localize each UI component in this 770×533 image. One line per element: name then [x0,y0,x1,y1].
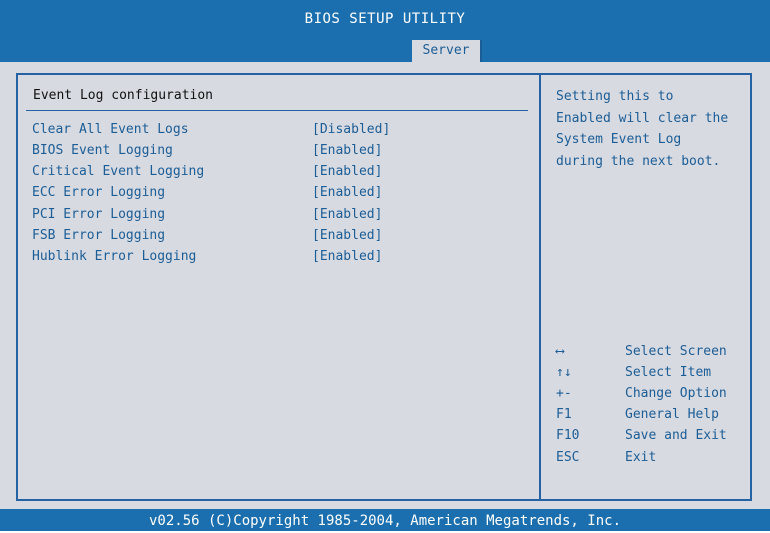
option-value[interactable]: [Enabled] [312,162,382,182]
help-line: System Event Log [556,132,682,147]
option-bios-event-logging[interactable]: BIOS Event Logging [Enabled] [32,141,512,161]
key-description: Select Item [625,365,712,380]
left-right-arrow-icon: ⟷ [556,344,564,359]
key-description: Select Screen [625,344,727,359]
key-change-option: +- Change Option [556,383,756,404]
option-value[interactable]: [Enabled] [312,183,382,203]
help-panel: Setting this to Enabled will clear the S… [556,86,756,172]
option-critical-event-logging[interactable]: Critical Event Logging [Enabled] [32,162,512,182]
option-label: BIOS Event Logging [32,143,173,158]
f1-key: F1 [556,407,572,422]
help-line: during the next boot. [556,153,721,169]
key-description: Save and Exit [625,428,727,443]
option-label: Hublink Error Logging [32,249,197,264]
option-fsb-error-logging[interactable]: FSB Error Logging [Enabled] [32,226,512,246]
option-hublink-error-logging[interactable]: Hublink Error Logging [Enabled] [32,247,512,267]
key-general-help: F1 General Help [556,404,756,425]
section-rule [26,110,528,111]
key-description: Exit [625,450,657,465]
pane-divider [539,73,541,501]
option-clear-all-event-logs[interactable]: Clear All Event Logs [Disabled] [32,120,512,140]
option-value[interactable]: [Enabled] [312,226,382,246]
section-title: Event Log configuration [33,88,214,103]
key-save-exit: F10 Save and Exit [556,425,756,446]
option-value[interactable]: [Enabled] [312,247,382,267]
bios-screen: BIOS SETUP UTILITY Server Event Log conf… [0,0,770,531]
option-pci-error-logging[interactable]: PCI Error Logging [Enabled] [32,205,512,225]
option-label: FSB Error Logging [32,228,166,243]
option-value[interactable]: [Disabled] [312,120,390,140]
option-ecc-error-logging[interactable]: ECC Error Logging [Enabled] [32,183,512,203]
help-line: Enabled will clear the [556,110,729,126]
key-select-screen: ⟷ Select Screen [556,341,756,362]
key-exit: ESC Exit [556,447,756,468]
tab-server[interactable]: Server [412,40,482,62]
option-label: Clear All Event Logs [32,122,189,137]
help-line: Setting this to [556,89,674,104]
option-label: PCI Error Logging [32,207,166,222]
option-value[interactable]: [Enabled] [312,141,382,161]
app-title: BIOS SETUP UTILITY [304,11,466,27]
option-label: ECC Error Logging [32,185,166,200]
key-description: General Help [625,407,719,422]
key-select-item: ↑↓ Select Item [556,362,756,383]
key-description: Change Option [625,386,727,401]
option-value[interactable]: [Enabled] [312,205,382,225]
esc-key: ESC [556,450,580,465]
tab-row: Server [0,38,770,62]
plus-minus-key: +- [556,386,572,401]
f10-key: F10 [556,428,580,443]
copyright-footer: v02.56 (C)Copyright 1985-2004, American … [148,513,621,529]
option-label: Critical Event Logging [32,164,205,179]
up-down-arrow-icon: ↑↓ [556,365,572,380]
